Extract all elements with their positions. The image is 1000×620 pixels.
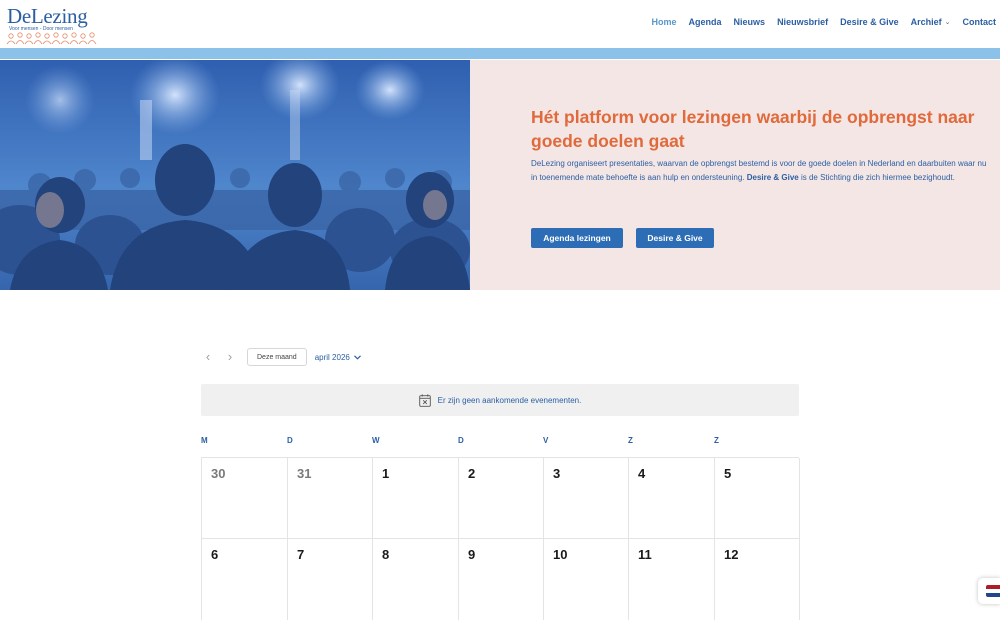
chevron-right-icon[interactable]: ›: [223, 350, 237, 364]
chevron-down-icon: [353, 354, 361, 360]
hero-description-bold: Desire & Give: [746, 172, 799, 182]
calendar-day-cell[interactable]: 6: [202, 539, 288, 620]
hero-text-panel: Hét platform voor lezingen waarbij de op…: [470, 60, 1000, 290]
day-number: 2: [468, 466, 476, 481]
day-number: 1: [382, 466, 390, 481]
calendar-day-cell[interactable]: 1: [373, 458, 459, 539]
calendar-x-icon: [418, 393, 431, 407]
nav-nieuws[interactable]: Nieuws: [734, 17, 766, 27]
weekday-label: Z: [714, 436, 719, 445]
calendar-day-cell[interactable]: 3: [544, 458, 629, 539]
calendar-day-cell[interactable]: 31: [288, 458, 373, 539]
calendar-day-cell[interactable]: 5: [715, 458, 800, 539]
weekday-label: Z: [628, 436, 633, 445]
weekday-label: D: [287, 436, 293, 445]
calendar-day-cell[interactable]: 30: [202, 458, 288, 539]
chevron-down-icon: ⌄: [944, 19, 951, 26]
logo[interactable]: DeLezing Voor mensen - Door mensen: [5, 4, 101, 46]
day-number: 31: [297, 466, 312, 481]
hero-description: DeLezing organiseert presentaties, waarv…: [531, 157, 993, 184]
day-number: 6: [211, 547, 219, 562]
weekday-label: D: [458, 436, 464, 445]
weekday-label: V: [543, 436, 549, 445]
no-events-notice: Er zijn geen aankomende evenementen.: [201, 384, 799, 416]
calendar-day-cell[interactable]: 8: [373, 539, 459, 620]
calendar-day-cell[interactable]: 4: [629, 458, 715, 539]
month-selector[interactable]: april 2026: [315, 353, 361, 362]
this-month-button[interactable]: Deze maand: [247, 348, 307, 366]
day-number: 3: [553, 466, 561, 481]
day-number: 7: [297, 547, 305, 562]
nav-archief-label: Archief: [910, 17, 942, 27]
calendar-day-cell[interactable]: 2: [459, 458, 544, 539]
nav-home[interactable]: Home: [652, 17, 677, 27]
agenda-lezingen-button[interactable]: Agenda lezingen: [531, 228, 623, 248]
nav-contact[interactable]: Contact: [963, 17, 997, 27]
month-label: april 2026: [314, 352, 350, 362]
calendar-day-cell[interactable]: 12: [715, 539, 800, 620]
header-divider-strip: [0, 48, 1000, 59]
site-header: DeLezing Voor mensen - Door mensen Home …: [0, 0, 1000, 48]
day-number: 5: [724, 466, 732, 481]
weekday-label: M: [201, 436, 208, 445]
calendar-day-cell[interactable]: 7: [288, 539, 373, 620]
no-events-text: Er zijn geen aankomende evenementen.: [437, 395, 582, 405]
language-switcher[interactable]: [978, 578, 1000, 604]
hero-title: Hét platform voor lezingen waarbij de op…: [531, 107, 975, 151]
day-number: 9: [468, 547, 476, 562]
nav-archief[interactable]: Archief ⌄: [911, 17, 951, 27]
calendar-grid: 30 31 1 2 3 4 5 6 7 8 9 10 11 12: [201, 457, 800, 620]
day-number: 8: [382, 547, 390, 562]
main-nav: Home Agenda Nieuws Nieuwsbrief Desire & …: [652, 17, 996, 27]
day-number: 11: [638, 547, 652, 562]
desire-give-button[interactable]: Desire & Give: [636, 228, 714, 248]
weekday-label: W: [372, 436, 380, 445]
calendar-day-cell[interactable]: 11: [629, 539, 715, 620]
nav-agenda[interactable]: Agenda: [689, 17, 722, 27]
hero-description-part2: is de Stichting die zich hiermee bezigho…: [798, 172, 955, 182]
weekday-header: M D W D V Z Z: [201, 436, 799, 448]
netherlands-flag-icon: [986, 585, 1000, 597]
calendar-navigation: ‹ › Deze maand april 2026: [201, 348, 361, 366]
nav-desire-give[interactable]: Desire & Give: [840, 17, 899, 27]
logo-people-icon: [6, 32, 97, 45]
day-number: 10: [553, 547, 568, 562]
day-number: 30: [211, 466, 226, 481]
audience-image: [0, 60, 470, 290]
calendar-day-cell[interactable]: 10: [544, 539, 629, 620]
day-number: 12: [724, 547, 739, 562]
calendar-day-cell[interactable]: 9: [459, 539, 544, 620]
chevron-left-icon[interactable]: ‹: [201, 350, 215, 364]
hero-image: [0, 60, 470, 290]
nav-nieuwsbrief[interactable]: Nieuwsbrief: [777, 17, 828, 27]
day-number: 4: [638, 466, 646, 481]
